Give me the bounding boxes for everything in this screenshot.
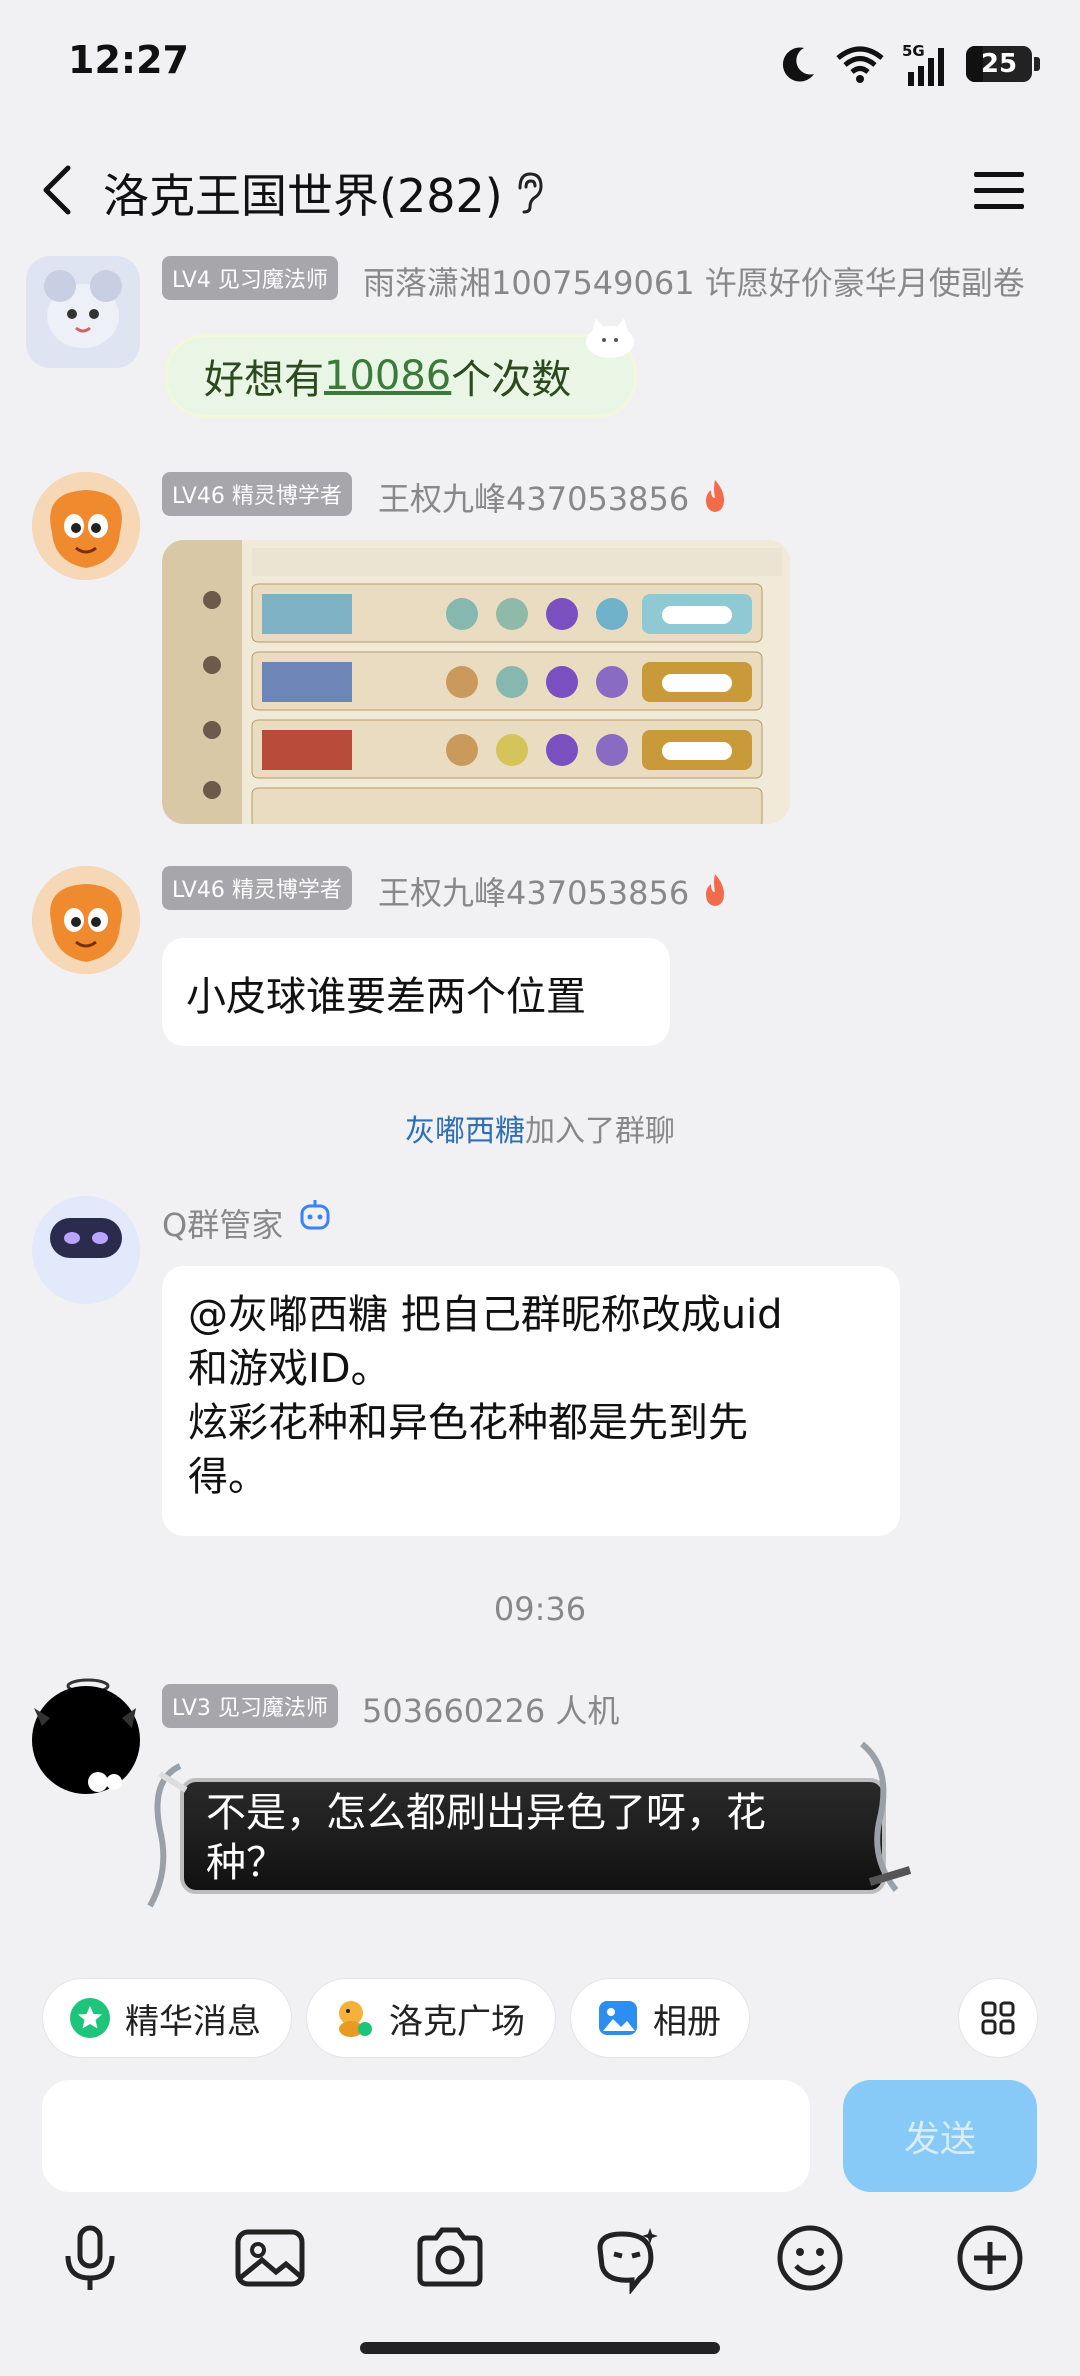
album-chip[interactable]: 相册 — [570, 1978, 750, 2058]
magic-face-icon[interactable] — [592, 2222, 664, 2294]
page-title[interactable]: 洛克王国世界(282) — [103, 160, 503, 226]
avatar[interactable] — [32, 866, 140, 974]
shared-image[interactable] — [162, 540, 790, 824]
system-join-notice: 灰嘟西糖加入了群聊 — [405, 1114, 675, 1149]
wifi-icon — [836, 46, 884, 83]
avatar[interactable] — [32, 1196, 140, 1304]
message-input[interactable] — [42, 2080, 810, 2192]
home-indicator[interactable] — [360, 2342, 720, 2354]
message-3: LV46 精灵博学者 王权九峰437053856 小皮球谁要差两个位置 — [0, 866, 1080, 1056]
quick-action-bar: 精华消息 洛克广场 相册 — [0, 1958, 1080, 2058]
bot-icon — [300, 1200, 330, 1230]
roco-plaza-chip[interactable]: 洛克广场 — [306, 1978, 556, 2058]
message-bubble[interactable]: 好想有 10086 个次数 — [165, 334, 637, 418]
star-badge-icon — [70, 1998, 110, 2038]
message-5: LV3 见习魔法师 503660226 人机 不是，怎么都刷出异色了呀，花 种？ — [0, 1668, 1080, 1958]
chat-header: 洛克王国世界(282) — [0, 140, 1080, 240]
svg-text:5G: 5G — [902, 42, 925, 60]
status-time: 12:27 — [68, 38, 189, 82]
message-4: Q群管家 @灰嘟西糖 把自己群昵称改成uid 和游戏ID。 炫彩花种和异色花种都… — [0, 1196, 1080, 1536]
camera-icon[interactable] — [414, 2222, 486, 2294]
level-badge: LV3 见习魔法师 — [162, 1684, 338, 1728]
number-link[interactable]: 10086 — [324, 353, 451, 399]
send-button[interactable]: 发送 — [843, 2080, 1037, 2192]
grid-icon — [981, 2001, 1015, 2035]
plus-icon[interactable] — [954, 2222, 1026, 2294]
image-icon[interactable] — [234, 2222, 306, 2294]
photo-album-icon — [599, 2001, 637, 2035]
duck-icon — [339, 2001, 372, 2037]
back-icon[interactable] — [30, 160, 90, 220]
wing-decor-icon — [147, 1763, 188, 1908]
apps-grid-button[interactable] — [958, 1978, 1038, 2058]
cat-sticker-icon — [586, 318, 634, 358]
time-separator: 09:36 — [493, 1590, 587, 1628]
sender-name[interactable]: 雨落潇湘1007549061 许愿好价豪华月使副卷 — [363, 258, 1025, 304]
essence-messages-chip[interactable]: 精华消息 — [42, 1978, 292, 2058]
sender-name[interactable]: 王权九峰437053856 — [378, 474, 689, 520]
sender-name[interactable]: Q群管家 — [162, 1200, 283, 1246]
ear-icon[interactable] — [512, 170, 546, 214]
message-bubble[interactable]: @灰嘟西糖 把自己群昵称改成uid 和游戏ID。 炫彩花种和异色花种都是先到先 … — [162, 1266, 900, 1536]
fire-icon — [706, 480, 724, 512]
battery-icon: 25 — [966, 46, 1032, 82]
status-icons: 5G 25 — [778, 40, 1040, 88]
microphone-icon[interactable] — [54, 2222, 126, 2294]
wing-decor-icon — [860, 1741, 912, 1892]
message-bubble[interactable]: 小皮球谁要差两个位置 — [162, 938, 670, 1046]
sender-name[interactable]: 王权九峰437053856 — [378, 868, 689, 914]
level-badge: LV4 见习魔法师 — [162, 256, 338, 300]
joined-user-link[interactable]: 灰嘟西糖 — [405, 1114, 525, 1149]
level-badge: LV46 精灵博学者 — [162, 866, 352, 910]
sender-name[interactable]: 503660226 人机 — [362, 1686, 619, 1732]
emoji-icon[interactable] — [774, 2222, 846, 2294]
fire-icon — [706, 874, 724, 906]
message-bubble[interactable]: 不是，怎么都刷出异色了呀，花 种？ — [180, 1778, 886, 1894]
moon-icon — [782, 47, 814, 82]
avatar[interactable] — [28, 1678, 148, 1798]
message-1: LV4 见习魔法师 雨落潇湘1007549061 许愿好价豪华月使副卷 好想有 1… — [0, 252, 1080, 432]
avatar[interactable] — [32, 472, 140, 580]
menu-icon[interactable] — [970, 166, 1030, 216]
signal-5g-icon: 5G — [902, 42, 944, 86]
avatar[interactable] — [26, 256, 140, 368]
message-2: LV46 精灵博学者 王权九峰437053856 — [0, 472, 1080, 832]
level-badge: LV46 精灵博学者 — [162, 472, 352, 516]
